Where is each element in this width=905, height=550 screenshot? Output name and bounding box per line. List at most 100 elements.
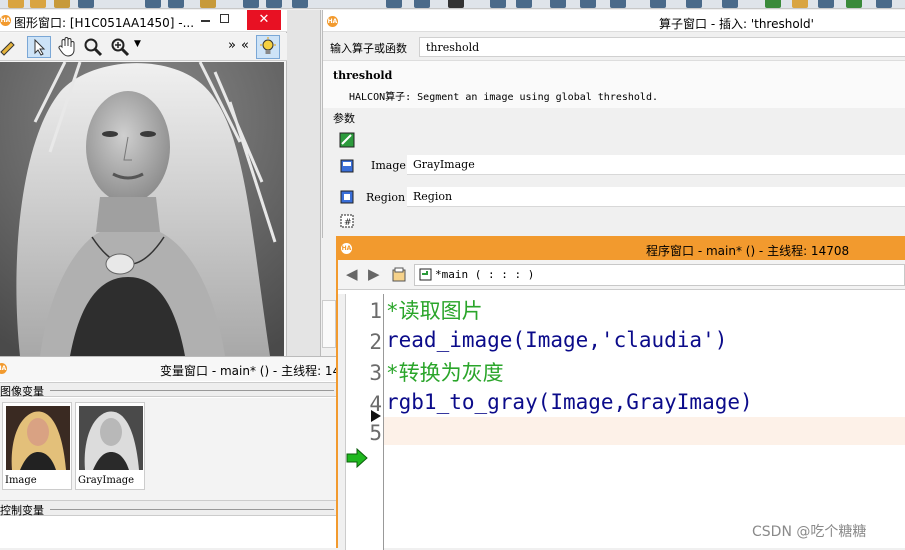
section-divider (50, 509, 334, 510)
line-number: 2 (369, 330, 382, 354)
window-icon[interactable] (686, 0, 702, 8)
zoom-in-icon[interactable] (110, 37, 130, 57)
tool-icon[interactable] (765, 0, 781, 8)
operator-window-title: 算子窗口 - 插入: 'threshold' (659, 17, 814, 31)
param-image-name: Image (371, 159, 406, 172)
code-line-statement[interactable]: read_image(Image,'claudia') (386, 328, 727, 352)
pointer-tool-button[interactable] (27, 36, 51, 58)
tool4-icon[interactable] (876, 0, 892, 8)
toolbar-overflow-button[interactable]: » (228, 38, 236, 53)
reset-icon[interactable] (414, 0, 430, 8)
tool3-icon[interactable] (846, 0, 862, 8)
folder-icon[interactable] (54, 0, 70, 8)
svg-text:#: # (344, 218, 352, 228)
toolbar-collapse-button[interactable]: « (241, 38, 249, 53)
image-vars-label: 图像变量 (0, 385, 44, 398)
thumbnail-image-icon (6, 406, 70, 470)
thumbnail-area: Image GrayImage (0, 398, 336, 504)
main-toolbar (0, 0, 905, 9)
lightbulb-icon (260, 37, 276, 54)
thumbnail-image-label: Image (5, 475, 37, 486)
operator-input[interactable]: threshold (419, 37, 905, 57)
halcon-logo-icon: HA (0, 15, 11, 26)
graphics-window-titlebar: HA 图形窗口: [H1C051AA1450] -... ✕ (0, 10, 287, 32)
save-icon[interactable] (30, 0, 46, 8)
chevron-down-icon[interactable]: ▼ (134, 39, 141, 49)
param-image-value[interactable]: GrayImage (407, 155, 905, 175)
minimize-button[interactable] (201, 20, 210, 22)
refresh-icon[interactable] (722, 0, 738, 8)
operator-info-panel: threshold HALCON算子: Segment an image usi… (323, 60, 905, 108)
image-param-icon (340, 159, 354, 173)
run-icon[interactable] (243, 0, 259, 8)
cut-icon[interactable] (78, 0, 94, 8)
graphics-window-title: 图形窗口: [H1C051AA1450] -... (14, 16, 195, 30)
control-vars-label: 控制变量 (0, 504, 44, 517)
arrow5-icon[interactable] (610, 0, 626, 8)
stop-icon[interactable] (386, 0, 402, 8)
tool2-icon[interactable] (792, 0, 808, 8)
open-icon[interactable] (8, 0, 24, 8)
halcon-logo-icon: HA (341, 243, 352, 254)
back-icon[interactable]: ◀ (346, 265, 358, 283)
paste-icon[interactable] (168, 0, 184, 8)
line-number: 3 (369, 361, 382, 385)
params-label: 参数 (333, 112, 355, 125)
step-over-icon[interactable] (292, 0, 308, 8)
thumbnail-grayimage-label: GrayImage (78, 475, 135, 486)
image-vars-header: 图像变量 (0, 382, 336, 398)
operator-input-label: 输入算子或函数 (330, 42, 407, 55)
procedure-name: *main ( : : : ) (435, 268, 535, 281)
maximize-button[interactable] (220, 14, 229, 23)
param-region-value[interactable]: Region (407, 187, 905, 207)
procedure-icon[interactable] (391, 267, 407, 283)
variable-window-title: 变量窗口 - main* () - 主线程: 14 (160, 364, 341, 378)
program-window-titlebar: HA 程序窗口 - main* () - 主线程: 14708 (338, 238, 905, 260)
portrait-image (0, 62, 284, 356)
program-toolbar: ◀ ▶ *main ( : : : ) (338, 260, 905, 290)
arrow3-icon[interactable] (550, 0, 566, 8)
graphics-window: HA 图形窗口: [H1C051AA1450] -... ✕ ▼ » « (0, 10, 287, 356)
control-param-icon: # (340, 214, 354, 228)
param-region-name: Region (366, 191, 406, 204)
magnifier-icon[interactable] (83, 37, 103, 57)
graphics-canvas[interactable] (0, 62, 284, 356)
forward-icon[interactable]: ▶ (368, 265, 380, 283)
procedure-selector-icon (419, 268, 432, 281)
code-line-comment[interactable]: *读取图片 (386, 295, 483, 325)
pencil-icon[interactable] (0, 37, 18, 57)
step-icon[interactable] (266, 0, 282, 8)
binoculars-icon[interactable] (448, 0, 464, 8)
arrow2-icon[interactable] (516, 0, 532, 8)
program-window-title: 程序窗口 - main* () - 主线程: 14708 (646, 244, 850, 258)
watermark: CSDN @吃个糖糖 (752, 524, 867, 540)
variable-window-titlebar: HA 变量窗口 - main* () - 主线程: 14 (0, 357, 340, 381)
operator-description: HALCON算子: Segment an image using global … (349, 92, 658, 103)
hand-icon[interactable] (56, 36, 78, 58)
arrow-icon[interactable] (490, 0, 506, 8)
operator-name: threshold (333, 69, 393, 82)
halcon-logo-icon: HA (327, 16, 338, 27)
copy-icon[interactable] (145, 0, 161, 8)
chart-icon[interactable] (818, 0, 834, 8)
region-param-icon (340, 190, 354, 204)
pc-arrow-icon (346, 448, 368, 468)
pointer-icon (34, 38, 46, 56)
editor-gutter (338, 294, 346, 550)
procedure-selector[interactable]: *main ( : : : ) (414, 264, 905, 286)
section-divider (50, 390, 334, 391)
halcon-logo-icon: HA (0, 363, 7, 374)
operator-window: HA 算子窗口 - 插入: 'threshold' 输入算子或函数 thresh… (322, 10, 905, 238)
arrow4-icon[interactable] (580, 0, 596, 8)
undo-icon[interactable] (200, 0, 216, 8)
close-button[interactable]: ✕ (247, 10, 281, 30)
thumbnail-grayimage[interactable]: GrayImage (75, 402, 145, 490)
code-line-comment[interactable]: *转换为灰度 (386, 357, 504, 387)
graphics-toolbar: ▼ » « (0, 33, 287, 61)
window-splitter[interactable] (287, 10, 321, 356)
thumbnail-image[interactable]: Image (2, 402, 72, 490)
code-line-statement[interactable]: rgb1_to_gray(Image,GrayImage) (386, 390, 753, 414)
arrow6-icon[interactable] (650, 0, 666, 8)
lightbulb-button[interactable] (256, 35, 280, 59)
line-number: 1 (369, 299, 382, 323)
